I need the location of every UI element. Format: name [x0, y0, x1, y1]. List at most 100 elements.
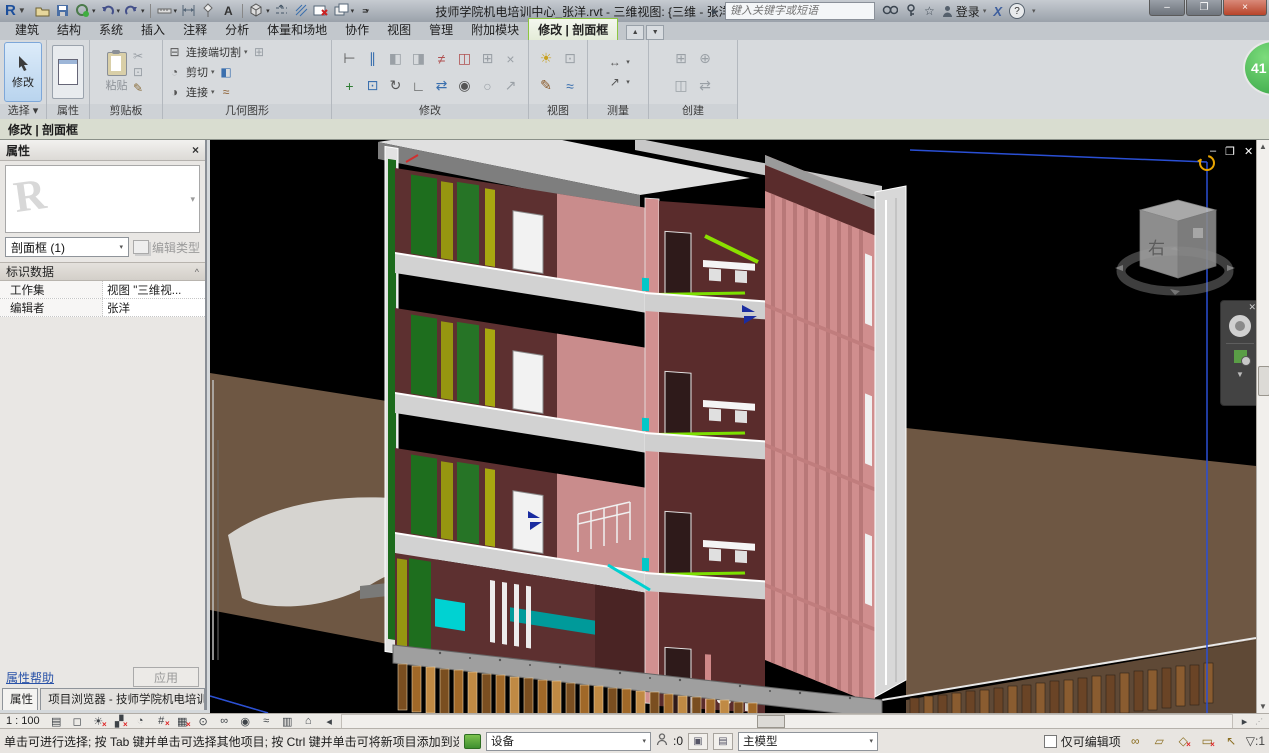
tab-structure[interactable]: 结构	[48, 19, 90, 40]
ribbon-collapse-button[interactable]: ▲	[626, 25, 644, 40]
sun-path-icon[interactable]: ☀×	[88, 715, 109, 728]
reveal-hidden-elements-icon[interactable]: ◉	[235, 715, 256, 728]
active-design-option-select[interactable]: 主模型▾	[738, 732, 878, 751]
tab-project-browser[interactable]: 项目浏览器 - 技师学院机电培训...	[40, 688, 205, 710]
tab-insert[interactable]: 插入	[132, 19, 174, 40]
help-icon[interactable]: ?	[1009, 3, 1025, 19]
search-input[interactable]	[725, 2, 875, 20]
scroll-down-icon[interactable]: ▼	[1259, 700, 1267, 713]
rotate-icon[interactable]: ↻	[384, 72, 407, 99]
navbar-dropdown-icon[interactable]: ▼	[1236, 370, 1244, 379]
type-selector[interactable]: 剖面框 (1) ▾	[5, 237, 129, 257]
scale-icon[interactable]: ↗	[499, 72, 522, 99]
switch-windows-dropdown[interactable]: ▾	[351, 7, 355, 15]
application-menu-button[interactable]: R▼	[2, 0, 31, 21]
crop-view-icon[interactable]: #×	[151, 715, 172, 727]
editing-requests-count[interactable]: :0	[673, 734, 683, 748]
property-row-workset[interactable]: 工作集 视图 "三维视...	[0, 281, 205, 299]
tab-massing-site[interactable]: 体量和场地	[258, 19, 336, 40]
unpin-icon[interactable]: ○	[476, 72, 499, 99]
vertical-scroll-thumb[interactable]	[1258, 366, 1269, 396]
undo-icon[interactable]	[99, 2, 116, 19]
properties-button[interactable]	[52, 45, 84, 99]
minimize-button[interactable]: –	[1149, 0, 1185, 16]
sign-in[interactable]: 登录 ▾	[942, 3, 987, 20]
temporary-view-properties-icon[interactable]: ▥	[277, 715, 298, 728]
cut-profile-icon[interactable]: ⊡	[558, 45, 582, 72]
redo-dropdown[interactable]: ▾	[141, 7, 145, 15]
tab-analyze[interactable]: 分析	[216, 19, 258, 40]
tab-addins[interactable]: 附加模块	[462, 19, 528, 40]
visual-style-icon[interactable]: ◻	[67, 715, 88, 728]
join-end-cut-button[interactable]: ⊟连接端切割▾⊞	[166, 43, 268, 61]
tab-modify-section-box[interactable]: 修改 | 剖面框	[528, 18, 618, 40]
dimension-button[interactable]: ↗▾	[606, 73, 630, 91]
drawing-area[interactable]: 右 – ❐ ✕ ✕ ▼	[210, 140, 1256, 713]
copy-to-clipboard-icon[interactable]: ⊡	[130, 64, 147, 80]
cut-geometry-button[interactable]: ◔剪切▾◧	[166, 63, 235, 81]
drag-elements-on-selection-icon[interactable]: ↖	[1222, 734, 1241, 748]
infocenter-toggle-icon[interactable]: ▸	[712, 5, 718, 17]
redo-icon[interactable]	[123, 2, 140, 19]
navigation-bar[interactable]: ✕ ▼	[1220, 300, 1256, 406]
detail-level-icon[interactable]: ▤	[46, 715, 67, 728]
mirror-draw-axis-icon[interactable]: ◨	[407, 45, 430, 72]
text-icon[interactable]: A	[220, 2, 237, 19]
type-preview-dropdown[interactable]: ▾	[190, 194, 195, 205]
selection-filter-icon[interactable]: ▽:1	[1246, 734, 1265, 748]
favorites-star-icon[interactable]: ☆	[924, 5, 935, 17]
apply-button[interactable]: 应用	[133, 667, 199, 687]
geometry-extra-icon-2[interactable]: ◧	[218, 64, 235, 80]
worksets-icon[interactable]	[464, 734, 481, 749]
displace-elements-icon[interactable]: ≈	[558, 72, 582, 99]
sync-dropdown[interactable]: ▾	[92, 7, 96, 15]
horizontal-scroll-thumb[interactable]	[757, 715, 785, 728]
properties-help-link[interactable]: 属性帮助	[6, 669, 54, 686]
exchange-apps-icon[interactable]: X	[993, 4, 1002, 19]
sync-with-central-icon[interactable]	[74, 2, 91, 19]
scroll-right-icon[interactable]: ▸	[1234, 715, 1255, 728]
tab-view[interactable]: 视图	[378, 19, 420, 40]
navbar-close-icon[interactable]: ✕	[1248, 302, 1256, 313]
design-options-pick-icon[interactable]: ▤	[713, 733, 733, 750]
editable-only-checkbox[interactable]	[1044, 735, 1057, 748]
tag-icon[interactable]	[200, 2, 217, 19]
lock-3d-view-icon[interactable]: ⊙	[193, 715, 214, 728]
select-elements-by-face-icon[interactable]: ▭×	[1198, 734, 1217, 748]
array-icon[interactable]: ⊞	[476, 45, 499, 72]
linework-icon[interactable]: ✎	[534, 72, 558, 99]
open-icon[interactable]	[34, 2, 51, 19]
offset-icon[interactable]: ∥	[361, 45, 384, 72]
view-restore-icon[interactable]: ❐	[1225, 145, 1235, 158]
paste-button[interactable]: 粘贴	[106, 52, 128, 93]
create-similar-icon[interactable]: ⊕	[693, 45, 717, 72]
measure-icon[interactable]	[156, 2, 173, 19]
model-3d-view[interactable]: 右	[210, 140, 1256, 713]
tab-properties-palette[interactable]: 属性	[2, 688, 38, 710]
delete-icon[interactable]: ×	[499, 45, 522, 72]
create-group-icon[interactable]: ⊞	[669, 45, 693, 72]
trim-extend-multiple-icon[interactable]: ⇄	[430, 72, 453, 99]
view-scale-button[interactable]: 1 : 100	[0, 715, 46, 727]
resize-grip[interactable]: ⋰	[1255, 717, 1269, 726]
undo-dropdown[interactable]: ▾	[117, 7, 121, 15]
trim-extend-corner-icon[interactable]: ∟	[407, 72, 430, 99]
editing-requests-icon[interactable]	[656, 733, 668, 749]
tab-annotate[interactable]: 注释	[174, 19, 216, 40]
type-preview[interactable]: R ▾	[5, 165, 200, 233]
3d-view-dropdown[interactable]: ▾	[266, 7, 270, 15]
design-options-icon[interactable]: ▣	[688, 733, 708, 750]
steering-wheel-icon[interactable]	[1229, 315, 1251, 337]
active-workset-select[interactable]: 设备▾	[486, 732, 651, 751]
collapse-section-icon[interactable]: ^	[195, 267, 199, 277]
worksharing-display-icon[interactable]: ≈	[256, 715, 277, 727]
property-row-edited-by[interactable]: 编辑者 张洋	[0, 299, 205, 317]
edit-type-button[interactable]: 编辑类型	[133, 239, 200, 256]
identity-data-header[interactable]: 标识数据 ^	[0, 262, 205, 281]
analytical-model-icon[interactable]: ⌂	[298, 715, 319, 727]
hide-element-icon[interactable]: ☀	[534, 45, 558, 72]
zoom-icon[interactable]	[1234, 350, 1247, 363]
shadows-icon[interactable]: ▞×	[109, 715, 130, 728]
scroll-left-icon[interactable]: ◂	[319, 715, 340, 728]
modify-button[interactable]: 修改	[4, 42, 42, 102]
